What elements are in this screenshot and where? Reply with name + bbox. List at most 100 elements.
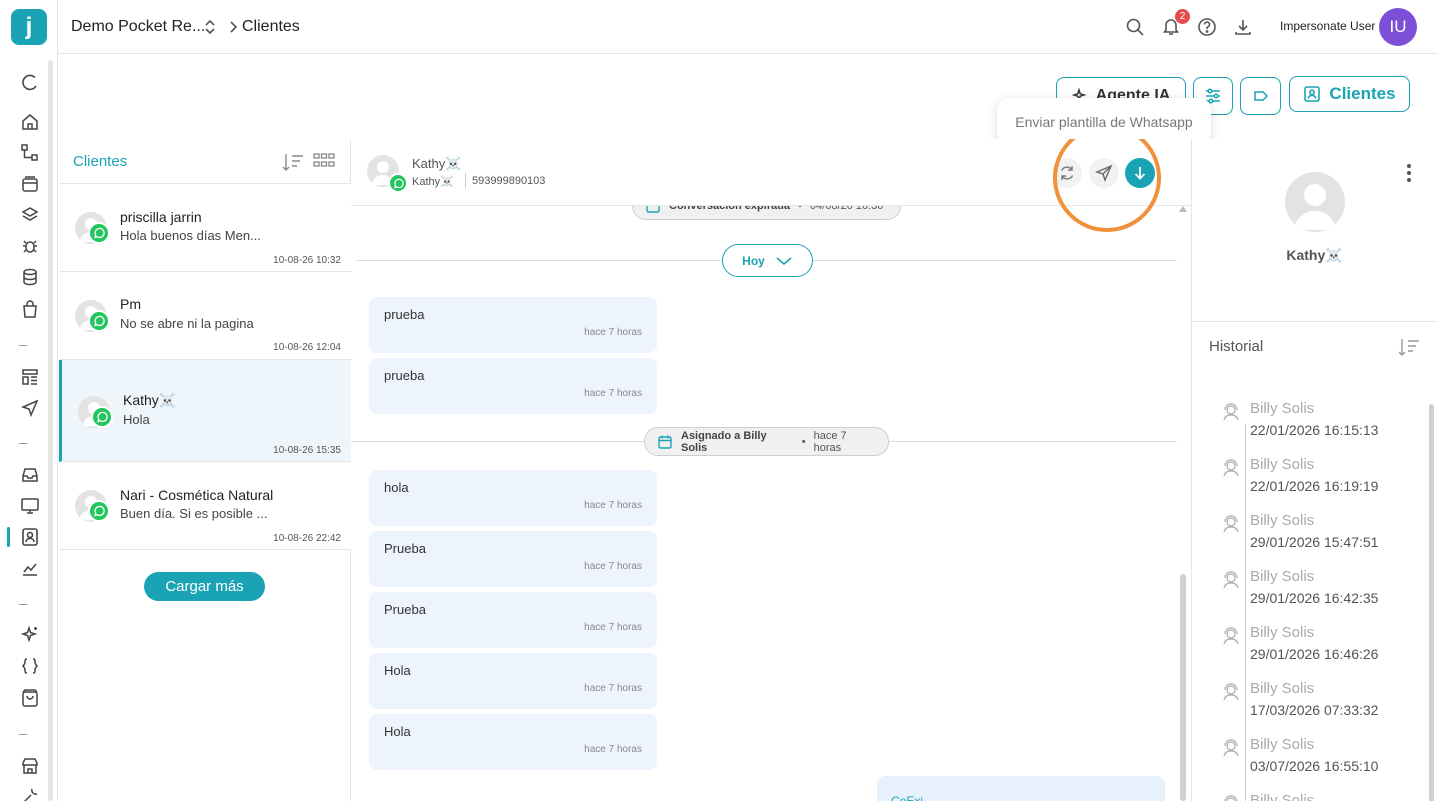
message-time: hace 7 horas (584, 327, 642, 338)
calendar-icon (657, 434, 673, 450)
history-date: 17/03/2026 07:33:32 (1250, 702, 1379, 718)
history-agent: Billy Solis (1250, 456, 1315, 473)
timeline-line (1245, 424, 1246, 801)
rail-divider (19, 443, 27, 444)
chevron-right-icon (228, 20, 238, 34)
sparkles-icon[interactable] (20, 625, 40, 645)
client-item[interactable]: priscilla jarrin Hola buenos días Men...… (59, 184, 351, 272)
tools-icon[interactable] (20, 786, 40, 801)
history-agent: Billy Solis (1250, 624, 1315, 641)
message-bubble[interactable]: Hola hace 7 horas (369, 714, 657, 770)
sort-icon[interactable] (281, 152, 305, 172)
left-rail: j (0, 0, 58, 801)
client-item[interactable]: Pm No se abre ni la pagina 10-08-26 12:0… (59, 272, 351, 360)
notification-badge: 2 (1175, 9, 1190, 24)
refresh-icon[interactable] (20, 72, 40, 92)
today-dropdown[interactable]: Hoy (722, 244, 813, 277)
clients-button-label: Clientes (1329, 84, 1396, 103)
message-text: Prueba (384, 602, 426, 617)
history-agent: Billy Solis (1250, 400, 1315, 417)
divider (1192, 321, 1438, 322)
search-icon[interactable] (1125, 17, 1145, 37)
client-item-active[interactable]: Kathy☠️ Hola 10-08-26 15:35 (59, 360, 351, 462)
dot-separator: • (801, 435, 806, 448)
client-name: Pm (120, 296, 141, 312)
layout-icon[interactable] (20, 367, 40, 387)
load-more-button[interactable]: Cargar más (144, 572, 265, 601)
history-date: 22/01/2026 16:19:19 (1250, 478, 1379, 494)
avatar[interactable]: IU (1379, 8, 1417, 46)
chat-panel: Kathy☠️ Kathy☠️ 593999890103 Conversació… (351, 139, 1191, 801)
inbox-icon[interactable] (20, 465, 40, 485)
assigned-label: Asignado a Billy Solis (681, 429, 767, 454)
message-text: prueba (384, 368, 425, 383)
chart-icon[interactable] (20, 558, 40, 578)
shopping-bag-icon[interactable] (20, 688, 40, 708)
app-logo[interactable]: j (11, 9, 47, 45)
message-bubble[interactable]: prueba hace 7 horas (369, 358, 657, 414)
rail-divider (19, 345, 27, 346)
database-icon[interactable] (20, 267, 40, 287)
store-icon[interactable] (20, 756, 40, 776)
message-time: hace 7 horas (584, 744, 642, 755)
agent-icon (1222, 515, 1240, 533)
send-icon[interactable] (20, 398, 40, 418)
clients-button[interactable]: Clientes (1289, 76, 1410, 112)
archive-icon[interactable] (20, 174, 40, 194)
history-agent: Billy Solis (1250, 792, 1315, 801)
chat-contact-subname: Kathy☠️ (412, 176, 454, 188)
message-bubble[interactable]: Prueba hace 7 horas (369, 531, 657, 587)
contacts-icon[interactable] (20, 527, 40, 547)
history-scrollbar[interactable] (1429, 404, 1434, 801)
whatsapp-icon (91, 406, 113, 428)
workspace-name[interactable]: Demo Pocket Re... (71, 18, 205, 36)
client-last-message: Hola (123, 412, 150, 427)
chat-contact-name: Kathy☠️ (412, 156, 462, 171)
user-name[interactable]: Impersonate User (1280, 19, 1375, 33)
history-agent: Billy Solis (1250, 680, 1315, 697)
rail-divider (19, 604, 27, 605)
message-bubble[interactable]: hola hace 7 horas (369, 470, 657, 526)
bag-icon[interactable] (20, 299, 40, 319)
grid-view-icon[interactable] (313, 152, 335, 172)
history-title: Historial (1209, 338, 1264, 355)
braces-icon[interactable] (20, 656, 40, 676)
rail-scrollbar[interactable] (48, 60, 53, 801)
scroll-up-arrow-icon[interactable] (1179, 205, 1187, 213)
agent-icon (1222, 571, 1240, 589)
tag-button[interactable] (1240, 77, 1281, 115)
history-date: 29/01/2026 15:47:51 (1250, 534, 1379, 550)
message-bubble[interactable]: Prueba hace 7 horas (369, 592, 657, 648)
whatsapp-icon (388, 173, 408, 193)
whatsapp-icon (88, 222, 110, 244)
flow-icon[interactable] (20, 143, 40, 163)
message-bubble[interactable]: Hola hace 7 horas (369, 653, 657, 709)
message-bubble[interactable]: prueba hace 7 horas (369, 297, 657, 353)
history-date: 03/07/2026 16:55:10 (1250, 758, 1379, 774)
message-time: hace 7 horas (584, 500, 642, 511)
more-options-icon[interactable] (1406, 163, 1412, 183)
agent-icon (1222, 739, 1240, 757)
sort-icon[interactable] (1397, 337, 1421, 357)
bug-icon[interactable] (20, 236, 40, 256)
chevron-up-down-icon[interactable] (203, 18, 217, 36)
client-date: 10-08-26 22:42 (273, 533, 341, 544)
clients-list-header: Clientes (59, 139, 351, 184)
tag-icon (1252, 87, 1270, 105)
monitor-icon[interactable] (20, 496, 40, 516)
history-agent: Billy Solis (1250, 568, 1315, 585)
message-time: hace 7 horas (584, 683, 642, 694)
layers-icon[interactable] (20, 205, 40, 225)
message-text: Prueba (384, 541, 426, 556)
home-icon[interactable] (20, 112, 40, 132)
outgoing-message-bubble[interactable]: CoExi... (877, 776, 1165, 801)
contacts-icon (1303, 85, 1321, 103)
assigned-time: hace 7 horas (813, 429, 847, 454)
chat-scrollbar[interactable] (1180, 574, 1186, 801)
breadcrumb-current: Clientes (242, 18, 300, 35)
help-icon[interactable] (1197, 17, 1217, 37)
today-label: Hoy (742, 253, 765, 268)
download-icon[interactable] (1233, 17, 1253, 37)
client-item[interactable]: Nari - Cosmética Natural Buen día. Si es… (59, 462, 351, 550)
client-date: 10-08-26 15:35 (273, 445, 341, 456)
